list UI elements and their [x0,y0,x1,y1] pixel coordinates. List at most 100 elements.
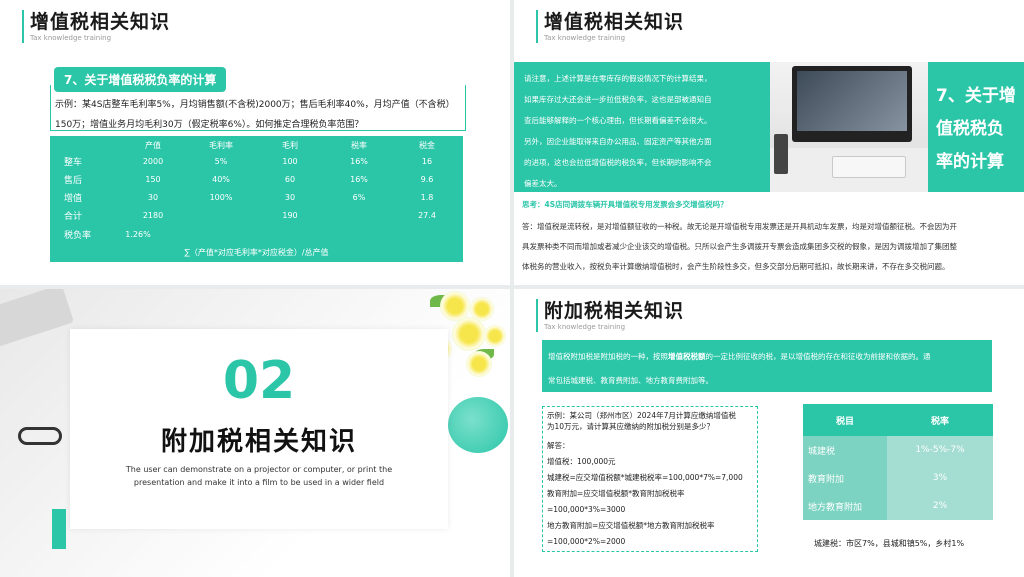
slide-header: 增值税相关知识 Tax knowledge training [22,10,170,43]
table-cell: 9.6 [420,175,434,184]
description-line: The user can demonstrate on a projector … [125,465,393,474]
example-line: 解答： [547,441,570,450]
notice-line: 另外，因企业能取得来自办公用品、固定资产等其他方面 [524,137,712,146]
notice-line: 请注意，上述计算是在零库存的假设情况下的计算结果， [524,74,712,83]
table-cell: 1.26% [125,230,151,239]
side-title: 7、关于增值税税负率的计算 [928,62,1024,192]
example-line: 150万；增值业务月均毛利30万（假定税率6%）。如何推定合理税负率范围？ [55,120,364,130]
row-label: 售后 [64,176,83,186]
slide-header: 增值税相关知识 Tax knowledge training [536,10,684,43]
rate-item: 教育附加 [808,474,845,485]
slide-subtitle: Tax knowledge training [544,34,626,42]
row-label: 税负率 [64,231,92,241]
rate-item: 城建税 [808,446,836,457]
cup-image [774,134,788,174]
table-cell: 1.8 [420,193,434,202]
slide-thumbnail-1[interactable]: 增值税相关知识 Tax knowledge training 示例：某4S店整车… [0,0,510,285]
rate-row: 地方教育附加 2% [803,492,993,520]
monitor-image [792,66,912,142]
table-cell: 16% [350,157,368,166]
table-cell: 5% [214,157,228,166]
rate-table-header: 税目 税率 [803,404,993,436]
slide-grid: 增值税相关知识 Tax knowledge training 示例：某4S店整车… [0,0,1024,577]
slide-thumbnail-3[interactable]: 02 附加税相关知识 The user can demonstrate on a… [0,289,510,577]
example-line: =100,000*3%=3000 [547,505,626,514]
slide-subtitle: Tax knowledge training [544,323,626,331]
slide-header: 附加税相关知识 Tax knowledge training [536,299,684,332]
table-header: 毛利 [282,141,298,150]
table-cell: 27.4 [418,211,436,220]
formula-text: ∑（产值*对应毛利率*对应税金）/总产值 [184,248,329,257]
binder-clip-image [18,427,62,445]
rate-table: 税目 税率 城建税 1%-5%-7% 教育附加 3% 地方教育附加 2% [803,404,993,522]
row-label: 合计 [64,212,83,222]
intro-highlight: 增值税税额 [668,352,706,361]
example-line: 地方教育附加=应交增值税额*地方教育附加税税率 [547,521,715,530]
table-header: 毛利率 [209,141,233,150]
table-header: 税金 [419,141,435,150]
accent-stripe [52,509,66,549]
example-line: 增值税：100,000元 [547,457,616,466]
table-cell: 2180 [142,211,164,220]
rate-value: 3% [887,464,993,492]
intro-text: 增值税附加税是附加税的一种，按照 [548,352,668,361]
notice-box: 请注意，上述计算是在零库存的假设情况下的计算结果， 如果库存过大还会进一步拉低税… [514,62,770,192]
flower-image [466,351,492,377]
header-item: 税目 [835,416,854,427]
section-description: The user can demonstrate on a projector … [110,463,408,489]
slide-title: 附加税相关知识 [544,300,685,322]
table-cell: 190 [282,211,298,220]
answer-text: 答：增值税是流转税，是对增值额征收的一种税。故无论是开增值税专用发票还是开具机动… [522,217,1018,277]
example-line: 示例：某公司（郑州市区）2024年7月计算应缴纳增值税 [547,411,736,420]
example-line: =100,000*2%=2000 [547,537,626,546]
example-line: 城建税=应交增值税额*城建税税率=100,000*7%=7,000 [547,473,743,482]
table-cell: 6% [352,193,366,202]
table-cell: 30 [147,193,159,202]
example-line: 为10万元，请计算其应缴纳的附加税分别是多少？ [547,422,715,431]
teapot-image [448,397,508,453]
notice-line: 查后能够解释的一个核心理由，但长期看偏差不会很大。 [524,116,712,125]
section-card: 02 附加税相关知识 The user can demonstrate on a… [70,329,448,529]
rate-note: 城建税：市区7%，县城和镇5%，乡村1% [814,539,965,548]
answer-line: 体税务的营业收入，按税负率计算缴纳增值税时，会产生阶段性多交，但多交部分后期可抵… [522,262,950,271]
intro-line: 常包括城建税、教育费附加、地方教育费附加等。 [548,376,713,385]
slide-thumbnail-2[interactable]: 增值税相关知识 Tax knowledge training 请注意，上述计算是… [514,0,1024,285]
table-cell: 150 [145,175,161,184]
table-cell: 16 [421,157,433,166]
notice-line: 如果库存过大还会进一步拉低税负率，这也是部被通知自 [524,95,712,104]
question-text: 思考：4S店同调拨车辆开具增值税专用发票会多交增值税吗？ [522,200,728,209]
rate-row: 教育附加 3% [803,464,993,492]
intro-text: 的一定比例征收的税，是以增值税的存在和征收为前提和依据的。通 [705,352,931,361]
notice-line: 偏差太大。 [524,179,562,188]
table-cell: 60 [284,175,296,184]
row-label: 增值 [64,194,83,204]
rate-value: 2% [887,492,993,520]
section-tag: 7、关于增值税税负率的计算 [54,67,227,92]
answer-line: 答：增值税是流转税，是对增值额征收的一种税。故无论是开增值税专用发票还是开具机动… [522,222,957,231]
table-cell: 100% [209,193,233,202]
tax-burden-table: 产值 毛利率 毛利 税率 税金 整车 2000 5% 100 16% 16 售后… [50,136,463,262]
flower-image [452,317,486,351]
description-line: presentation and make it into a film to … [133,478,385,487]
example-line: 教育附加=应交增值税额*教育附加税税率 [547,489,685,498]
row-label: 整车 [64,158,83,168]
example-box: 示例：某公司（郑州市区）2024年7月计算应缴纳增值税 为10万元，请计算其应缴… [542,406,758,552]
table-cell: 100 [282,157,298,166]
table-header: 产值 [145,141,161,150]
table-header: 税率 [351,141,367,150]
rate-value: 1%-5%-7% [887,436,993,464]
notice-line: 的进项，这也会拉低增值税的税负率，但长期的影响不会 [524,158,712,167]
section-title: 附加税相关知识 [160,427,357,457]
slide-title: 增值税相关知识 [30,11,171,33]
flower-image [484,325,506,347]
keyboard-image [832,156,906,178]
table-cell: 16% [350,175,368,184]
example-line: 示例：某4S店整车毛利率5%，月均销售额(不含税)2000万；售后毛利率40%，… [55,100,455,110]
table-cell: 30 [284,193,296,202]
slide-thumbnail-4[interactable]: 附加税相关知识 Tax knowledge training 增值税附加税是附加… [514,289,1024,577]
section-number: 02 [222,351,296,411]
answer-line: 具发票种类不同而增加或者减少企业该交的增值税。只所以会产生多调拨开专票会造成集团… [522,242,957,251]
intro-box: 增值税附加税是附加税的一种，按照增值税税额的一定比例征收的税，是以增值税的存在和… [542,340,992,392]
slide-subtitle: Tax knowledge training [30,34,112,42]
table-cell: 2000 [142,157,164,166]
